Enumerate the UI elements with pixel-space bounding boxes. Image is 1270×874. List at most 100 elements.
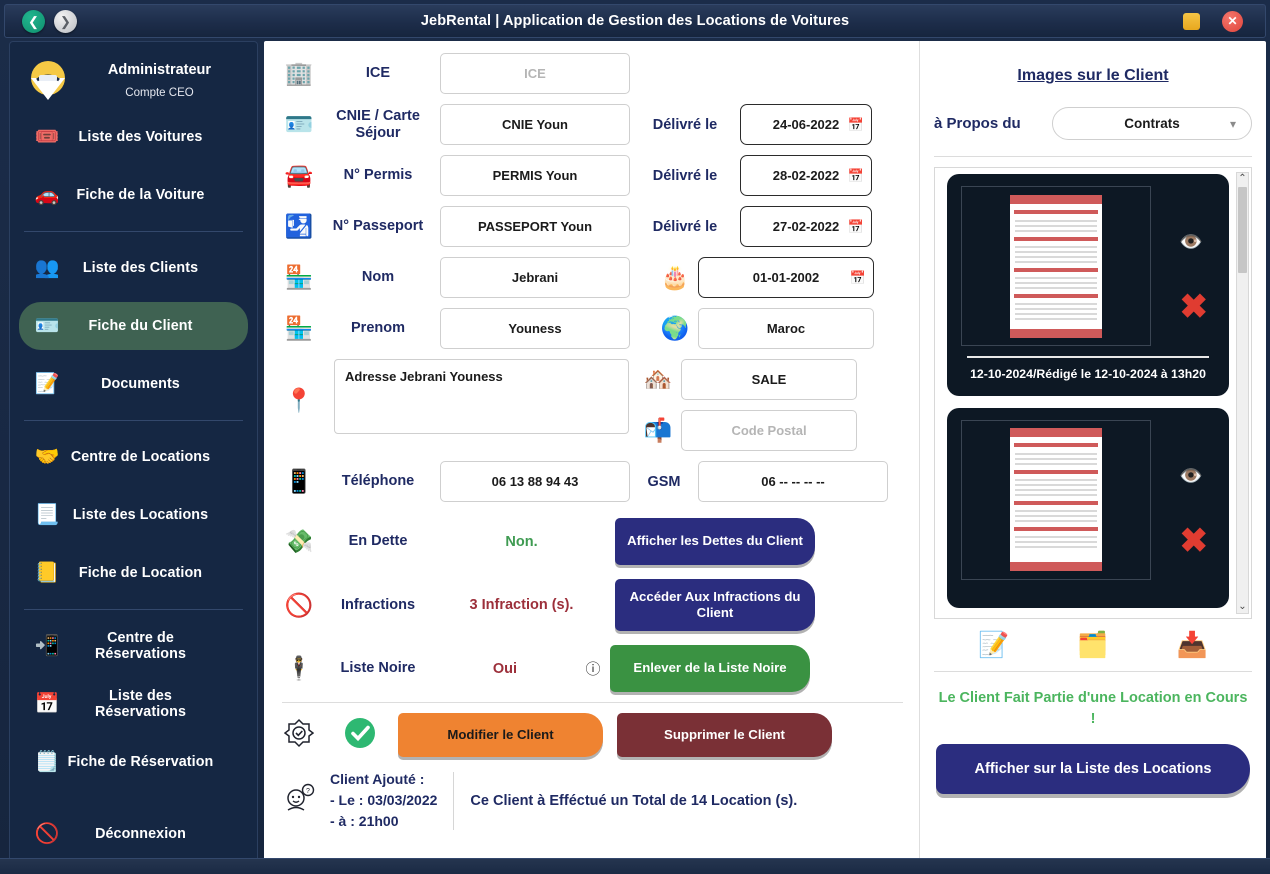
gallery-scrollbar[interactable]: ⌃ ⌄ bbox=[1236, 172, 1249, 614]
import-image-icon[interactable]: 📥 bbox=[1177, 633, 1208, 658]
added-time: - à : 21h00 bbox=[330, 813, 399, 829]
dette-value: Non. bbox=[505, 533, 538, 550]
sidebar-item-liste-des-reservations[interactable]: 📅 Liste des Réservations bbox=[19, 680, 248, 728]
form-divider bbox=[282, 702, 903, 703]
document-thumbnail[interactable] bbox=[961, 186, 1151, 346]
sidebar-item-fiche-du-client[interactable]: 🪪 Fiche du Client bbox=[19, 302, 248, 350]
sidebar-item-fiche-de-reservation[interactable]: 🗒️ Fiche de Réservation bbox=[19, 738, 248, 786]
prenom-input[interactable]: Youness bbox=[440, 308, 630, 349]
scroll-up-icon[interactable]: ⌃ bbox=[1238, 173, 1246, 185]
birthdate-input[interactable]: 01-01-2002 📅 bbox=[698, 257, 874, 298]
telephone-input[interactable]: 06 13 88 94 43 bbox=[440, 461, 630, 502]
scrollbar-thumb[interactable] bbox=[1238, 187, 1247, 273]
sidebar-item-label: Centre de Locations bbox=[70, 449, 211, 465]
houses-icon: 🏘️ bbox=[643, 366, 673, 392]
user-avatar-icon bbox=[26, 58, 70, 102]
view-image-icon[interactable]: 👁️ bbox=[1179, 464, 1203, 488]
pays-input[interactable]: Maroc bbox=[698, 308, 874, 349]
delete-image-icon[interactable]: ✖ bbox=[1180, 290, 1209, 324]
sidebar-item-label: Centre de Réservations bbox=[95, 630, 186, 662]
sidebar-item-fiche-de-la-voiture[interactable]: 🚗 Fiche de la Voiture bbox=[19, 171, 248, 219]
ville-input[interactable]: SALE bbox=[681, 359, 857, 400]
sidebar-item-liste-des-clients[interactable]: 👥 Liste des Clients bbox=[19, 244, 248, 292]
show-on-rentals-list-button[interactable]: Afficher sur la Liste des Locations bbox=[936, 744, 1250, 795]
passeport-input[interactable]: PASSEPORT Youn bbox=[440, 206, 630, 247]
field-row-adresse: 📍 Adresse Jebrani Youness 🏘️ SALE 📬 Code… bbox=[276, 359, 909, 451]
sidebar-item-liste-des-voitures[interactable]: 🎟️ Liste des Voitures bbox=[19, 113, 248, 161]
card-divider bbox=[967, 356, 1209, 358]
ice-input[interactable]: ICE bbox=[440, 53, 630, 94]
calendar-icon[interactable]: 📅 bbox=[850, 270, 866, 286]
nom-input[interactable]: Jebrani bbox=[440, 257, 630, 298]
delete-client-button[interactable]: Supprimer le Client bbox=[617, 713, 832, 757]
contract-preview-icon bbox=[1010, 428, 1102, 572]
ice-label: ICE bbox=[365, 65, 391, 82]
code-postal-input[interactable]: Code Postal bbox=[681, 410, 857, 451]
calendar-icon[interactable]: 📅 bbox=[848, 117, 864, 133]
image-card[interactable]: 👁️ ✖ bbox=[947, 407, 1229, 608]
nom-label: Nom bbox=[361, 269, 395, 286]
window-title: JebRental | Application de Gestion des L… bbox=[420, 13, 850, 29]
document-type-select[interactable]: Contrats ▾ bbox=[1052, 107, 1252, 140]
sidebar-item-label: Fiche de Réservation bbox=[67, 754, 214, 770]
field-row-infractions: 🚫 Infractions 3 Infraction (s). Accéder … bbox=[276, 579, 909, 631]
scroll-down-icon[interactable]: ⌄ bbox=[1238, 601, 1246, 613]
chevron-down-icon: ▾ bbox=[1229, 116, 1236, 131]
reservation-center-icon: 📲 bbox=[34, 635, 60, 657]
meta-separator bbox=[453, 771, 455, 830]
access-infractions-button[interactable]: Accéder Aux Infractions du Client bbox=[615, 579, 815, 631]
show-debts-button[interactable]: Afficher les Dettes du Client bbox=[615, 518, 815, 565]
view-image-icon[interactable]: 👁️ bbox=[1179, 230, 1203, 254]
document-thumbnail[interactable] bbox=[961, 419, 1151, 580]
close-button[interactable]: ✕ bbox=[1222, 10, 1243, 32]
phone-icon: 📱 bbox=[284, 468, 314, 494]
sidebar-divider-1 bbox=[24, 231, 243, 232]
field-row-ice: 🏢 ICE ICE bbox=[276, 53, 909, 94]
calendar-icon[interactable]: 📅 bbox=[848, 168, 864, 184]
cnie-delivered-label: Délivré le bbox=[652, 116, 718, 133]
sidebar-item-centre-de-locations[interactable]: 🤝 Centre de Locations bbox=[19, 433, 248, 481]
passeport-delivered-label: Délivré le bbox=[652, 218, 718, 235]
passport-icon: 🛂 bbox=[284, 213, 314, 239]
sidebar-item-label: Liste des Clients bbox=[82, 260, 199, 276]
image-card[interactable]: 👁️ ✖ 12-10-2024/Rédigé le 12-10-2024 à 1… bbox=[947, 174, 1229, 396]
profile-block: Administrateur Compte CEO bbox=[10, 48, 257, 108]
sidebar-divider-3 bbox=[24, 609, 243, 610]
sidebar-item-deconnexion[interactable]: 🚫 Déconnexion bbox=[19, 810, 248, 858]
passeport-date-input[interactable]: 27-02-2022 📅 bbox=[740, 206, 872, 247]
main-content: 🏢 ICE ICE 🪪 CNIE / Carte Séjour CNIE You… bbox=[264, 41, 1266, 868]
sidebar-divider-2 bbox=[24, 420, 243, 421]
sidebar-item-fiche-de-location[interactable]: 📒 Fiche de Location bbox=[19, 549, 248, 597]
modify-client-button[interactable]: Modifier le Client bbox=[398, 713, 603, 757]
calendar-icon[interactable]: 📅 bbox=[848, 219, 864, 235]
gsm-input[interactable]: 06 -- -- -- -- bbox=[698, 461, 888, 502]
logout-icon: 🚫 bbox=[34, 823, 60, 845]
signature-icon[interactable]: 📝 bbox=[978, 633, 1009, 658]
minimize-button[interactable] bbox=[1183, 12, 1200, 30]
permis-date-input[interactable]: 28-02-2022 📅 bbox=[740, 155, 872, 196]
arrow-right-icon[interactable]: ❯ bbox=[54, 9, 77, 33]
delete-image-icon[interactable]: ✖ bbox=[1180, 524, 1209, 558]
cnie-input[interactable]: CNIE Youn bbox=[440, 104, 630, 145]
adresse-textarea[interactable]: Adresse Jebrani Youness bbox=[334, 359, 629, 434]
nav-buttons: ❮ ❯ bbox=[5, 9, 77, 33]
arrow-left-icon[interactable]: ❮ bbox=[22, 9, 45, 33]
remove-blacklist-button[interactable]: Enlever de la Liste Noire bbox=[610, 645, 810, 692]
client-added-block: Client Ajouté : - Le : 03/03/2022 - à : … bbox=[330, 769, 437, 832]
permis-input[interactable]: PERMIS Youn bbox=[440, 155, 630, 196]
scan-document-icon[interactable]: 🗂️ bbox=[1077, 633, 1108, 658]
passeport-label: N° Passeport bbox=[332, 218, 424, 235]
apropos-row: à Propos du Contrats ▾ bbox=[934, 107, 1252, 156]
permis-label: N° Permis bbox=[343, 167, 413, 184]
added-date: - Le : 03/03/2022 bbox=[330, 792, 438, 808]
sidebar-item-label: Fiche du Client bbox=[88, 318, 193, 334]
sidebar-item-documents[interactable]: 📝 Documents bbox=[19, 360, 248, 408]
info-icon[interactable]: ⓘ bbox=[576, 658, 610, 679]
permis-delivered-label: Délivré le bbox=[652, 167, 718, 184]
title-bar: ❮ ❯ JebRental | Application de Gestion d… bbox=[4, 4, 1266, 38]
cnie-date-input[interactable]: 24-06-2022 📅 bbox=[740, 104, 872, 145]
sidebar-item-centre-de-reservations[interactable]: 📲 Centre de Réservations bbox=[19, 622, 248, 670]
total-rentals-text: Ce Client à Efféctué un Total de 14 Loca… bbox=[470, 792, 798, 809]
sidebar-item-liste-des-locations[interactable]: 📃 Liste des Locations bbox=[19, 491, 248, 539]
